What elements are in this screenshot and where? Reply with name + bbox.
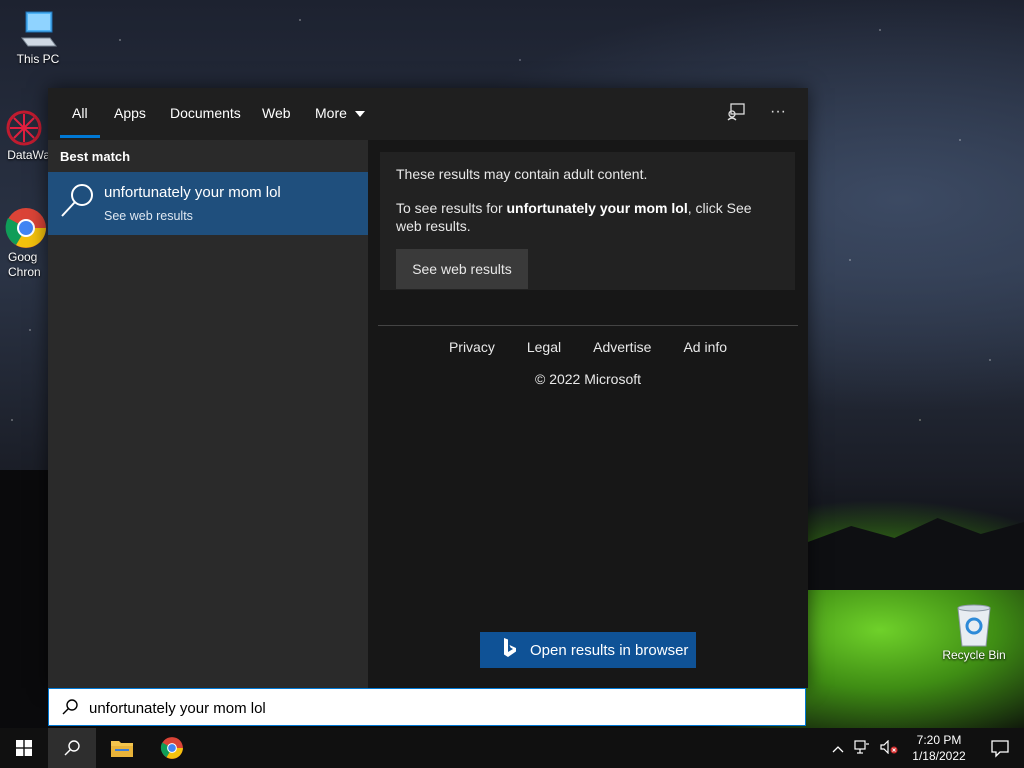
feedback-icon [727,103,745,121]
results-list: Best match unfortunately your mom lol Se… [48,140,368,688]
best-match-subtitle: See web results [104,209,193,223]
chrome-icon [5,208,46,248]
desktop-icon-this-pc[interactable]: This PC [0,8,76,67]
notification-icon [991,740,1009,758]
detail-prefix: To see results for [396,200,507,216]
search-icon [61,184,93,217]
adult-content-detail: To see results for unfortunately your mo… [396,199,766,235]
search-box [48,688,806,726]
clock-date: 1/18/2022 [912,749,966,763]
search-tabs: All Apps Documents Web More ··· [48,88,808,140]
feedback-button[interactable] [724,100,748,124]
wallpaper-mountain [808,518,1024,590]
windows-logo-icon [16,740,32,756]
taskbar-search-button[interactable] [48,728,96,768]
chevron-down-icon [354,111,365,117]
show-hidden-icons-button[interactable] [832,740,844,756]
desktop-icon-label: This PC [16,52,60,66]
more-options-button[interactable]: ··· [766,100,790,124]
adult-content-notice: These results may contain adult content.… [380,152,795,290]
footer-links: Privacy Legal Advertise Ad info [368,339,808,355]
preview-pane: These results may contain adult content.… [368,140,808,688]
network-button[interactable] [854,739,870,757]
tab-apps[interactable]: Apps [114,105,146,121]
ad-info-link[interactable]: Ad info [683,339,727,355]
ellipsis-icon: ··· [770,103,786,120]
advertise-link[interactable]: Advertise [593,339,651,355]
bing-icon [500,637,520,663]
open-results-in-browser-button[interactable]: Open results in browser [480,632,696,668]
open-results-label: Open results in browser [530,641,689,659]
search-panel: All Apps Documents Web More ··· Best mat… [48,88,808,688]
best-match-result[interactable]: unfortunately your mom lol See web resul… [48,172,368,235]
datawag-icon [6,110,42,146]
start-button[interactable] [0,728,48,768]
tab-all[interactable]: All [72,105,88,121]
network-icon [854,739,869,754]
chrome-icon [160,737,183,759]
detail-query: unfortunately your mom lol [506,200,688,216]
search-input[interactable] [87,695,791,721]
search-toolbar: ··· [724,100,790,124]
active-tab-indicator [60,135,100,138]
best-match-title: unfortunately your mom lol [104,184,281,201]
tab-more-label: More [315,105,347,121]
volume-muted-icon [880,739,898,754]
taskbar: 7:20 PM 1/18/2022 [0,728,1024,768]
copyright-text: © 2022 Microsoft [534,371,642,387]
desktop-icon-recycle-bin[interactable]: Recycle Bin [936,602,1012,663]
search-icon [64,740,80,756]
see-web-results-button[interactable]: See web results [396,249,528,289]
taskbar-file-explorer[interactable] [98,728,146,768]
tab-web[interactable]: Web [262,105,291,121]
action-center-button[interactable] [990,738,1010,758]
search-icon [62,699,78,715]
best-match-heading: Best match [60,149,131,164]
privacy-link[interactable]: Privacy [449,339,495,355]
recycle-bin-icon [957,604,991,647]
taskbar-chrome[interactable] [148,728,196,768]
monitor-icon [21,11,57,47]
clock-time: 7:20 PM [916,733,962,747]
tab-documents[interactable]: Documents [170,105,241,121]
taskbar-clock[interactable]: 7:20 PM 1/18/2022 [904,732,974,764]
legal-link[interactable]: Legal [527,339,561,355]
divider [378,325,798,326]
desktop-icon-label: Recycle Bin [942,648,1006,662]
volume-button[interactable] [880,739,898,757]
system-tray [832,728,898,768]
chevron-up-icon [832,746,844,753]
adult-content-warning: These results may contain adult content. [396,166,648,182]
folder-icon [111,741,133,757]
tab-more[interactable]: More [315,105,365,121]
